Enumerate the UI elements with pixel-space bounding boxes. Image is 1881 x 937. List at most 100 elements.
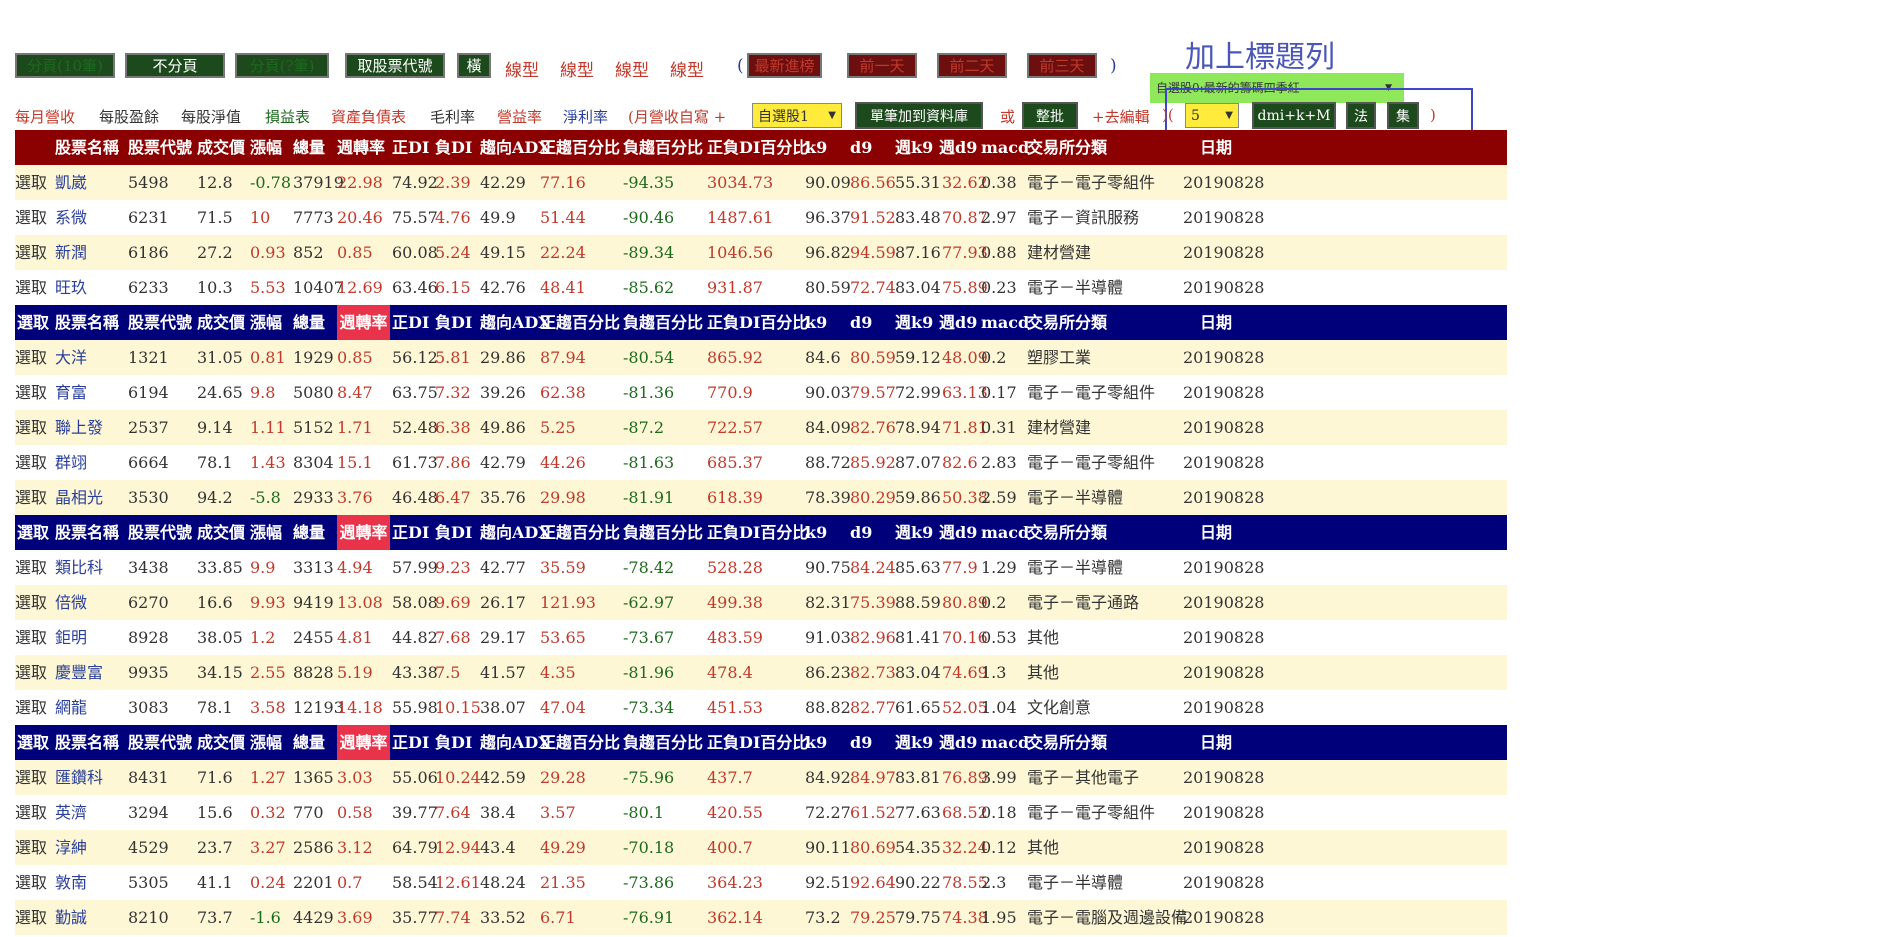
cell-change: 1.27 — [250, 768, 286, 787]
header-stock-code: 股票代號 — [128, 138, 193, 157]
cell-select-link[interactable]: 選取 — [15, 480, 47, 515]
paginate-10-button[interactable]: 分頁(10筆) — [15, 53, 115, 78]
header-stock-name: 股票名稱 — [55, 523, 120, 542]
no-paginate-button[interactable]: 不分頁 — [125, 53, 225, 78]
add-to-db-button[interactable]: 單筆加到資料庫 — [855, 102, 983, 129]
line-type-link-3[interactable]: 線型 — [615, 56, 649, 81]
header-k9: k9 — [805, 523, 828, 542]
ji-button[interactable]: 集 — [1387, 102, 1419, 129]
count-select[interactable]: 5 ▼ — [1185, 103, 1239, 128]
cell-select-link[interactable]: 選取 — [15, 375, 47, 410]
link-eps[interactable]: 每股盈餘 — [99, 106, 159, 127]
cell-select-link[interactable]: 選取 — [15, 900, 47, 935]
cell-minus-trend-pct: -87.2 — [623, 418, 665, 437]
cell-exchange-category: 電子－半導體 — [1027, 488, 1124, 507]
cell-stock-name[interactable]: 新潤 — [55, 235, 87, 270]
cell-adx: 48.24 — [480, 873, 526, 892]
cell-select-link[interactable]: 選取 — [15, 690, 47, 725]
batch-button[interactable]: 整批 — [1022, 102, 1078, 129]
table-row: 選取 鉅明 8928 38.05 1.2 2455 4.81 44.82 7.68 29.17 53… — [15, 620, 1507, 655]
cell-macd: 0.23 — [981, 278, 1017, 297]
cell-select-link[interactable]: 選取 — [15, 235, 47, 270]
cell-stock-name[interactable]: 育富 — [55, 375, 87, 410]
watchlist-select[interactable]: 自選股1 ▼ — [752, 103, 842, 128]
cell-select-link[interactable]: 選取 — [15, 270, 47, 305]
link-gross-margin[interactable]: 毛利率 — [430, 106, 475, 127]
cell-select-link[interactable]: 選取 — [15, 585, 47, 620]
cell-weekly-k9: 72.99 — [895, 383, 941, 402]
cell-volume: 1365 — [293, 768, 334, 787]
cell-stock-name[interactable]: 敦南 — [55, 865, 87, 900]
cell-exchange-category: 建材營建 — [1027, 418, 1092, 437]
cell-plus-di: 57.99 — [392, 558, 438, 577]
cell-select-link[interactable]: 選取 — [15, 620, 47, 655]
cell-stock-name[interactable]: 旺玖 — [55, 270, 87, 305]
prev-2-days-button[interactable]: 前二天 — [937, 53, 1007, 78]
cell-select-link[interactable]: 選取 — [15, 340, 47, 375]
cell-stock-name[interactable]: 匯鑽科 — [55, 760, 103, 795]
cell-stock-name[interactable]: 英濟 — [55, 795, 87, 830]
cell-price: 24.65 — [197, 383, 243, 402]
cell-select-link[interactable]: 選取 — [15, 655, 47, 690]
dmi-button[interactable]: dmi+k+M — [1252, 102, 1336, 129]
cell-stock-name[interactable]: 慶豐富 — [55, 655, 103, 690]
cell-turnover: 15.1 — [337, 453, 373, 472]
cell-stock-name[interactable]: 群翊 — [55, 445, 87, 480]
cell-stock-name[interactable]: 類比科 — [55, 550, 103, 585]
link-operating-margin[interactable]: 營益率 — [497, 106, 542, 127]
cell-stock-name[interactable]: 勤誠 — [55, 900, 87, 935]
link-income-statement[interactable]: 損益表 — [265, 106, 310, 127]
cell-stock-name[interactable]: 晶相光 — [55, 480, 103, 515]
cell-minus-di: 6.38 — [435, 418, 471, 437]
cell-stock-name[interactable]: 倍微 — [55, 585, 87, 620]
fa-button[interactable]: 法 — [1346, 102, 1376, 129]
line-type-link-1[interactable]: 線型 — [505, 56, 539, 81]
get-stock-code-button[interactable]: 取股票代號 — [345, 53, 445, 78]
cell-select-link[interactable]: 選取 — [15, 165, 47, 200]
cell-turnover: 3.03 — [337, 768, 373, 787]
header-weekly-d9: 週d9 — [939, 138, 978, 157]
header-minus-trend-pct: 負趨百分比 — [623, 523, 704, 542]
cell-plus-di: 58.08 — [392, 593, 438, 612]
cell-adx: 39.26 — [480, 383, 526, 402]
cell-select-link[interactable]: 選取 — [15, 445, 47, 480]
cell-di-pct: 1487.61 — [707, 208, 774, 227]
cell-stock-name[interactable]: 鉅明 — [55, 620, 87, 655]
cell-stock-name[interactable]: 網龍 — [55, 690, 87, 725]
cell-select-link[interactable]: 選取 — [15, 760, 47, 795]
link-bvps[interactable]: 每股淨值 — [181, 106, 241, 127]
link-monthly-revenue[interactable]: 每月營收 — [15, 106, 75, 127]
cell-select-link[interactable]: 選取 — [15, 410, 47, 445]
cell-select-link[interactable]: 選取 — [15, 830, 47, 865]
cell-stock-name[interactable]: 聯上發 — [55, 410, 103, 445]
cell-select-link[interactable]: 選取 — [15, 550, 47, 585]
cell-stock-name[interactable]: 大洋 — [55, 340, 87, 375]
cell-price: 15.6 — [197, 803, 233, 822]
header-macd: macd — [981, 523, 1030, 542]
cell-plus-trend-pct: 48.41 — [540, 278, 586, 297]
line-type-link-2[interactable]: 線型 — [560, 56, 594, 81]
cell-adx: 26.17 — [480, 593, 526, 612]
header-di-pct: 正負DI百分比 — [707, 138, 809, 157]
cell-price: 34.15 — [197, 663, 243, 682]
cell-select-link[interactable]: 選取 — [15, 795, 47, 830]
cell-select-link[interactable]: 選取 — [15, 865, 47, 900]
cell-adx: 42.59 — [480, 768, 526, 787]
paginate-custom-button[interactable]: 分頁(?筆) — [235, 53, 329, 78]
prev-3-days-button[interactable]: 前三天 — [1027, 53, 1097, 78]
header-exchange-category: 交易所分類 — [1027, 138, 1108, 157]
edit-link[interactable]: +去編輯 — [1092, 106, 1150, 127]
cell-stock-name[interactable]: 系微 — [55, 200, 87, 235]
cell-stock-name[interactable]: 淳紳 — [55, 830, 87, 865]
prev-day-button[interactable]: 前一天 — [847, 53, 917, 78]
link-balance-sheet[interactable]: 資產負債表 — [331, 106, 406, 127]
cell-stock-name[interactable]: 凱崴 — [55, 165, 87, 200]
link-net-margin[interactable]: 淨利率 — [563, 106, 608, 127]
header-exchange-category: 交易所分類 — [1027, 733, 1108, 752]
latest-ranking-button[interactable]: 最新進榜 — [747, 53, 822, 78]
cell-select-link[interactable]: 選取 — [15, 200, 47, 235]
cell-price: 78.1 — [197, 453, 233, 472]
line-type-link-4[interactable]: 線型 — [670, 56, 704, 81]
cell-minus-di: 6.47 — [435, 488, 471, 507]
horizontal-button[interactable]: 橫 — [457, 53, 491, 78]
